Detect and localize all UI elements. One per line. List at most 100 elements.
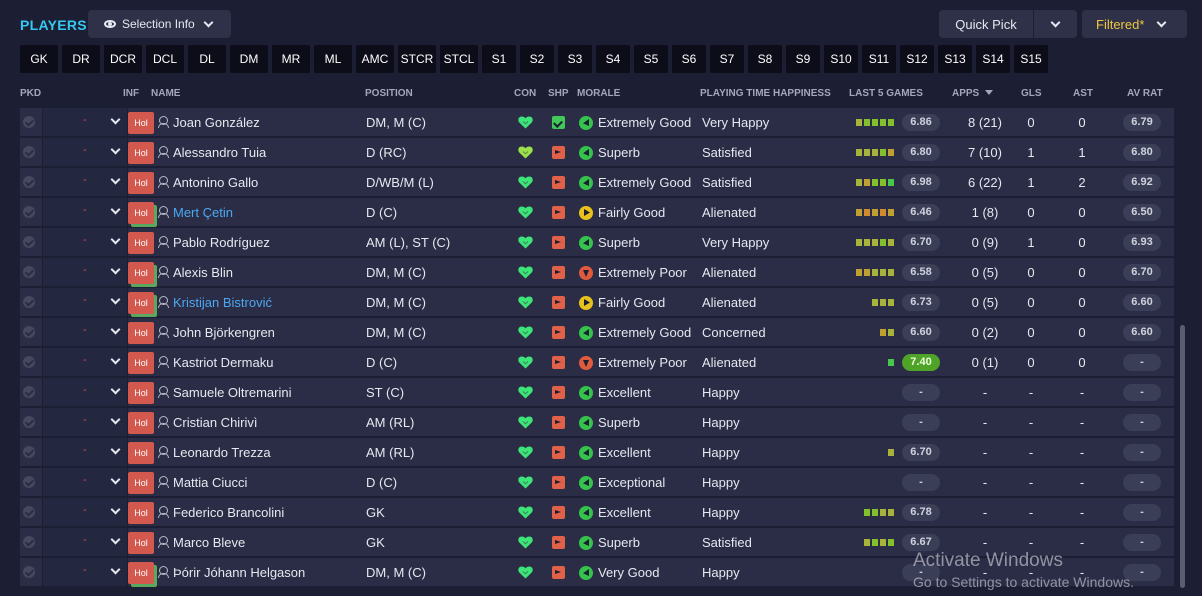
position-button-s14[interactable]: S14: [976, 45, 1010, 73]
player-name[interactable]: Leonardo Trezza: [173, 445, 271, 460]
col-shp[interactable]: SHP: [548, 88, 569, 99]
player-name[interactable]: Kristijan Bistrović: [173, 295, 272, 310]
position-button-mr[interactable]: MR: [272, 45, 310, 73]
inf-badge[interactable]: Hol: [128, 142, 154, 164]
table-row[interactable]: - Hol Þórir Jóhann Helgason DM, M (C) Very G…: [20, 558, 1174, 588]
selection-dropdown[interactable]: -: [43, 258, 127, 286]
selection-dropdown[interactable]: -: [43, 198, 127, 226]
player-name[interactable]: Mert Çetin: [173, 205, 233, 220]
inf-badge[interactable]: Hol: [128, 442, 154, 464]
player-name[interactable]: Pablo Rodríguez: [173, 235, 270, 250]
selection-dropdown[interactable]: -: [43, 318, 127, 346]
pick-cell[interactable]: [20, 468, 42, 496]
col-inf[interactable]: INF: [123, 88, 139, 99]
selection-dropdown[interactable]: -: [43, 168, 127, 196]
inf-badge[interactable]: Hol: [128, 322, 154, 344]
position-button-s1[interactable]: S1: [482, 45, 516, 73]
table-row[interactable]: - Hol Antonino Gallo D/WB/M (L) Extremely Go…: [20, 168, 1174, 198]
quick-pick-dropdown[interactable]: [1034, 10, 1077, 38]
selection-dropdown[interactable]: -: [43, 378, 127, 406]
col-playing-time-happiness[interactable]: PLAYING TIME HAPPINESS: [700, 88, 831, 99]
inf-badge[interactable]: Hol: [128, 262, 154, 284]
table-row[interactable]: - Hol Pablo Rodríguez AM (L), ST (C) Superb V…: [20, 228, 1174, 258]
inf-badge[interactable]: Hol: [128, 502, 154, 524]
position-button-amc[interactable]: AMC: [356, 45, 394, 73]
col-apps[interactable]: APPS: [952, 88, 994, 99]
position-button-ml[interactable]: ML: [314, 45, 352, 73]
player-name[interactable]: Þórir Jóhann Helgason: [173, 565, 305, 580]
inf-badge[interactable]: Hol: [128, 472, 154, 494]
pick-cell[interactable]: [20, 498, 42, 526]
inf-badge[interactable]: Hol: [128, 412, 154, 434]
position-button-s6[interactable]: S6: [672, 45, 706, 73]
selection-dropdown[interactable]: -: [43, 528, 127, 556]
pick-cell[interactable]: [20, 138, 42, 166]
pick-cell[interactable]: [20, 408, 42, 436]
table-row[interactable]: - Hol Cristian Chirivì AM (RL) Superb Happy - -…: [20, 408, 1174, 438]
selection-dropdown[interactable]: -: [43, 288, 127, 316]
selection-dropdown[interactable]: -: [43, 408, 127, 436]
position-button-s15[interactable]: S15: [1014, 45, 1048, 73]
pick-cell[interactable]: [20, 228, 42, 256]
inf-badge[interactable]: Hol: [128, 202, 154, 224]
position-button-dr[interactable]: DR: [62, 45, 100, 73]
player-name[interactable]: Samuele Oltremarini: [173, 385, 292, 400]
player-name[interactable]: Federico Brancolini: [173, 505, 284, 520]
pick-cell[interactable]: [20, 438, 42, 466]
player-name[interactable]: Marco Bleve: [173, 535, 245, 550]
inf-badge[interactable]: Hol: [128, 382, 154, 404]
position-button-s11[interactable]: S11: [862, 45, 896, 73]
inf-badge[interactable]: Hol: [128, 562, 154, 584]
table-row[interactable]: - Hol Leonardo Trezza AM (RL) Excellent Happy…: [20, 438, 1174, 468]
pick-cell[interactable]: [20, 198, 42, 226]
inf-badge[interactable]: Hol: [128, 352, 154, 374]
filter-button[interactable]: Filtered*: [1082, 10, 1187, 38]
inf-badge[interactable]: Hol: [128, 292, 154, 314]
selection-dropdown[interactable]: -: [43, 138, 127, 166]
table-row[interactable]: - Hol Joan González DM, M (C) Extremely Good…: [20, 108, 1174, 138]
position-button-stcr[interactable]: STCR: [398, 45, 436, 73]
position-button-gk[interactable]: GK: [20, 45, 58, 73]
selection-dropdown[interactable]: -: [43, 438, 127, 466]
position-button-dm[interactable]: DM: [230, 45, 268, 73]
player-name[interactable]: Cristian Chirivì: [173, 415, 258, 430]
col-morale[interactable]: MORALE: [577, 88, 620, 99]
pick-cell[interactable]: [20, 168, 42, 196]
player-name[interactable]: John Björkengren: [173, 325, 275, 340]
position-button-dl[interactable]: DL: [188, 45, 226, 73]
pick-cell[interactable]: [20, 318, 42, 346]
table-row[interactable]: - Hol Kastriot Dermaku D (C) Extremely Poor A…: [20, 348, 1174, 378]
col-con[interactable]: CON: [514, 88, 536, 99]
col-av-rat[interactable]: AV RAT: [1127, 88, 1163, 99]
table-row[interactable]: - Hol Federico Brancolini GK Excellent Happy 6…: [20, 498, 1174, 528]
pick-cell[interactable]: [20, 528, 42, 556]
col-name[interactable]: NAME: [151, 88, 180, 99]
inf-badge[interactable]: Hol: [128, 532, 154, 554]
selection-dropdown[interactable]: -: [43, 558, 127, 586]
position-button-s9[interactable]: S9: [786, 45, 820, 73]
col-pkd[interactable]: PKD: [20, 88, 41, 99]
position-button-s4[interactable]: S4: [596, 45, 630, 73]
table-row[interactable]: - Hol Samuele Oltremarini ST (C) Excellent Ha…: [20, 378, 1174, 408]
pick-cell[interactable]: [20, 108, 42, 136]
col-last-5-games[interactable]: LAST 5 GAMES: [849, 88, 923, 99]
position-button-s2[interactable]: S2: [520, 45, 554, 73]
position-button-s3[interactable]: S3: [558, 45, 592, 73]
position-button-s8[interactable]: S8: [748, 45, 782, 73]
quick-pick-button[interactable]: Quick Pick: [939, 10, 1033, 38]
pick-cell[interactable]: [20, 288, 42, 316]
player-name[interactable]: Alessandro Tuia: [173, 145, 266, 160]
table-row[interactable]: - Hol John Björkengren DM, M (C) Extremely G…: [20, 318, 1174, 348]
selection-dropdown[interactable]: -: [43, 348, 127, 376]
pick-cell[interactable]: [20, 258, 42, 286]
position-button-dcl[interactable]: DCL: [146, 45, 184, 73]
scrollbar-thumb[interactable]: [1180, 325, 1185, 588]
inf-badge[interactable]: Hol: [128, 232, 154, 254]
inf-badge[interactable]: Hol: [128, 172, 154, 194]
player-name[interactable]: Kastriot Dermaku: [173, 355, 273, 370]
position-button-stcl[interactable]: STCL: [440, 45, 478, 73]
pick-cell[interactable]: [20, 348, 42, 376]
table-row[interactable]: - Hol Mattia Ciucci D (C) Exceptional Happy - -…: [20, 468, 1174, 498]
table-row[interactable]: - Hol Mert Çetin D (C) Fairly Good Alienated 6…: [20, 198, 1174, 228]
selection-dropdown[interactable]: -: [43, 108, 127, 136]
